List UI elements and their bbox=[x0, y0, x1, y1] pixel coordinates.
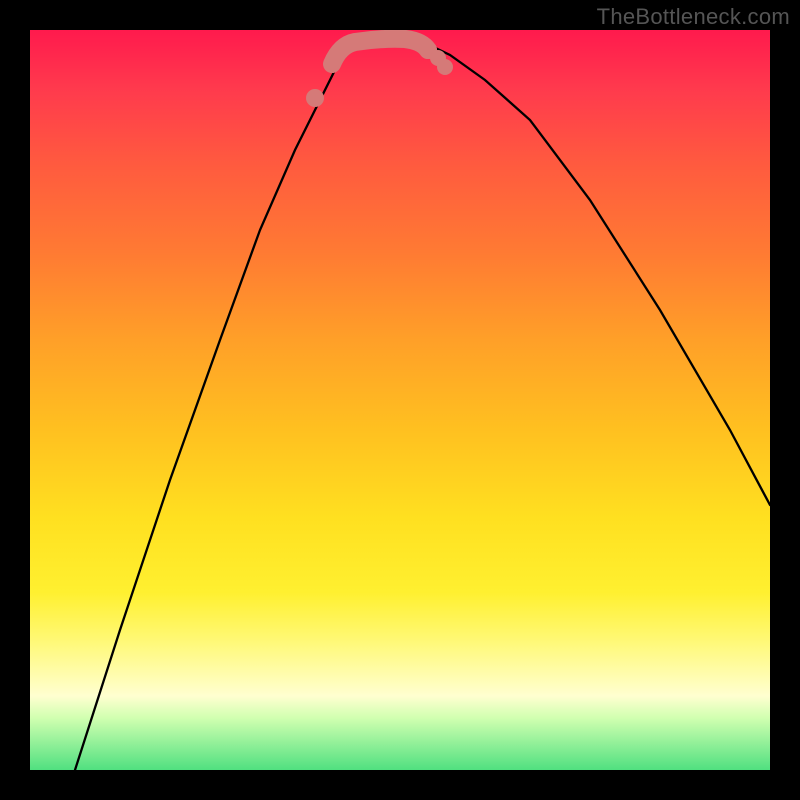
bottleneck-curve bbox=[75, 40, 770, 770]
marker-group bbox=[306, 39, 453, 107]
pink-path bbox=[332, 39, 428, 64]
watermark-text: TheBottleneck.com bbox=[597, 4, 790, 30]
chart-svg bbox=[30, 30, 770, 770]
plot-area bbox=[30, 30, 770, 770]
pink-dot bbox=[306, 89, 324, 107]
pink-dot bbox=[437, 59, 453, 75]
chart-frame: TheBottleneck.com bbox=[0, 0, 800, 800]
